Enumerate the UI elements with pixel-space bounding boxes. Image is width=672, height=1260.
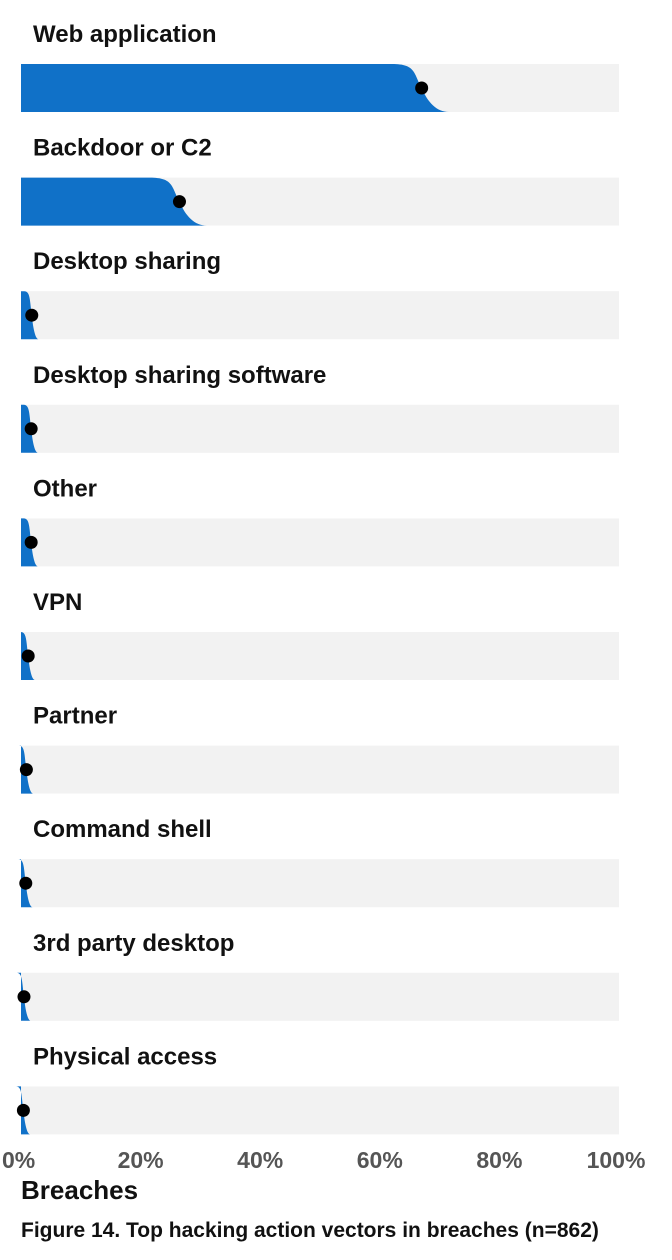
bar-track	[21, 632, 619, 680]
bar-track	[21, 972, 619, 1021]
category-label: Web application	[33, 21, 217, 48]
point-estimate	[415, 81, 429, 95]
x-tick-label: 20%	[118, 1147, 164, 1173]
bar-track	[21, 404, 619, 453]
category-label: Other	[33, 475, 97, 502]
bar	[21, 64, 449, 112]
bar-track	[21, 518, 619, 567]
bar-track	[21, 1086, 619, 1135]
point-estimate	[24, 422, 38, 436]
x-tick-label: 80%	[476, 1147, 522, 1173]
chart: Web application Backdoor or C2 Desktop sha…	[2, 21, 646, 1173]
category-label: Desktop sharing software	[33, 362, 326, 389]
bar-track	[21, 291, 619, 340]
category-label: VPN	[33, 589, 82, 616]
category-label: Partner	[33, 703, 117, 730]
category-label: Backdoor or C2	[33, 135, 212, 162]
point-estimate	[172, 195, 186, 209]
category-label: 3rd party desktop	[33, 930, 234, 957]
point-estimate	[24, 535, 38, 549]
figure-caption: Figure 14. Top hacking action vectors in…	[21, 1219, 599, 1242]
x-tick-label: 100%	[587, 1147, 646, 1173]
point-estimate	[25, 308, 39, 322]
point-estimate	[21, 649, 35, 663]
category-label: Desktop sharing	[33, 248, 221, 275]
point-estimate	[17, 990, 31, 1004]
category-label: Physical access	[33, 1043, 217, 1070]
x-tick-label: 60%	[357, 1147, 403, 1173]
x-tick-label: 0%	[2, 1147, 35, 1173]
x-axis-label: Breaches	[21, 1175, 139, 1205]
bar-track	[21, 745, 619, 794]
category-label: Command shell	[33, 816, 212, 843]
x-tick-label: 40%	[237, 1147, 283, 1173]
bar-track	[21, 859, 619, 908]
point-estimate	[16, 1103, 30, 1117]
point-estimate	[19, 763, 33, 777]
point-estimate	[19, 876, 33, 890]
